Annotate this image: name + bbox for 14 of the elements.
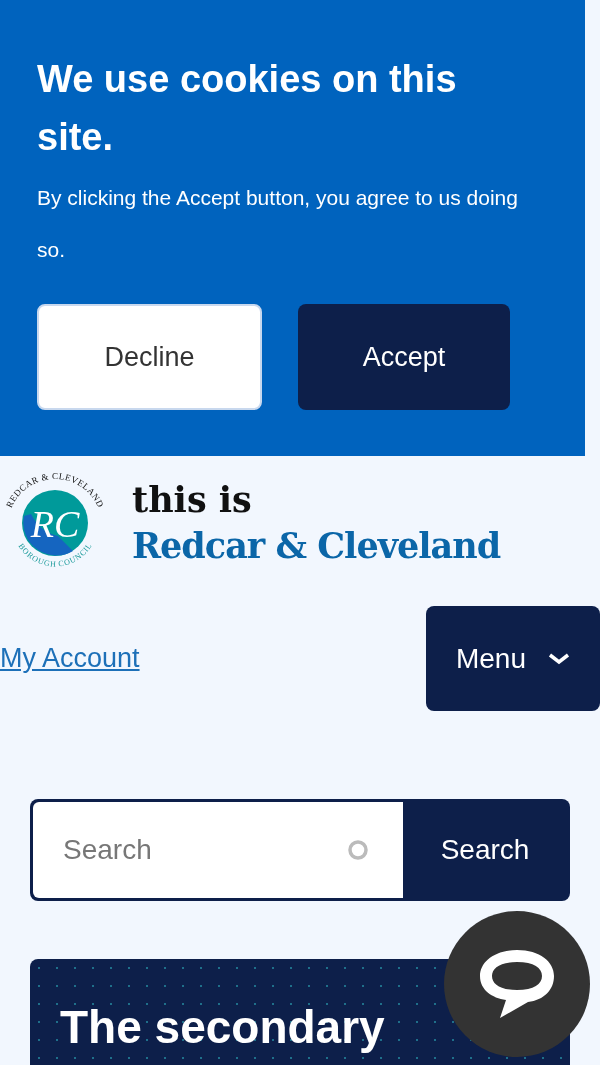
decline-button[interactable]: Decline xyxy=(37,304,262,410)
my-account-link[interactable]: My Account xyxy=(0,638,140,679)
menu-button[interactable]: Menu xyxy=(426,606,600,711)
search-button[interactable]: Search xyxy=(403,802,567,898)
hero-heading: The secondary xyxy=(60,1000,385,1055)
search-field[interactable]: Search xyxy=(33,802,403,898)
cookie-message: By clicking the Accept button, you agree to us doing so. xyxy=(37,185,519,263)
chevron-down-icon xyxy=(548,652,570,665)
accept-button[interactable]: Accept xyxy=(298,304,510,410)
logo-tagline: this is xyxy=(132,478,253,522)
cookie-title: We use cookies on this site. xyxy=(37,57,458,160)
logo-monogram: RC xyxy=(30,503,80,545)
loading-icon xyxy=(347,839,369,861)
logo-name: Redcar & Cleveland xyxy=(132,524,501,568)
